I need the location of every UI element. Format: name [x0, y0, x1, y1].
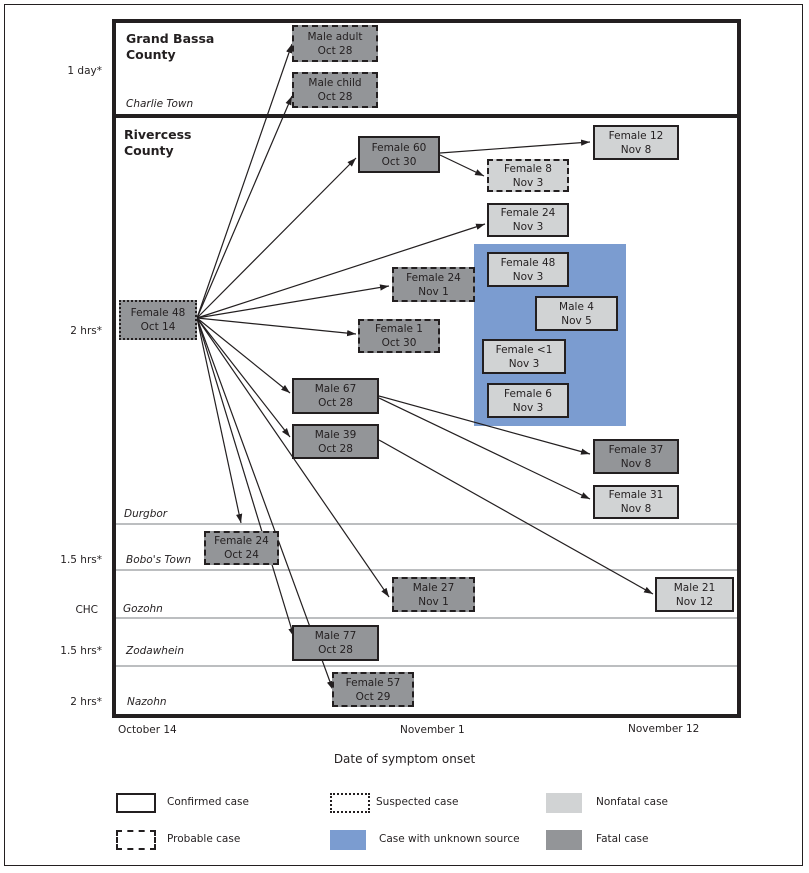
transmission-arrow — [196, 43, 293, 319]
case-label: Female 6 — [504, 387, 552, 400]
case-onset-date: Nov 3 — [512, 401, 544, 414]
legend-label-unknown-source: Case with unknown source — [379, 833, 520, 845]
case-label: Female 48 — [500, 256, 556, 269]
transmission-arrow — [196, 157, 357, 319]
case-node: Male child Oct 28 — [292, 72, 378, 108]
transmission-arrow — [196, 284, 390, 319]
case-label: Female 24 — [214, 535, 269, 547]
transmission-arrow — [196, 317, 291, 438]
case-label: Female 8 — [504, 162, 552, 175]
case-label: Female 1 — [375, 323, 423, 335]
legend-swatch-suspected — [330, 793, 370, 813]
case-onset-date: Oct 30 — [381, 155, 417, 168]
case-label: Female 48 — [130, 307, 186, 319]
case-node: Female 48 Oct 14 — [119, 300, 197, 340]
case-onset-date: Oct 28 — [317, 91, 353, 103]
case-node: Female 31 Nov 8 — [593, 485, 679, 519]
legend-swatch-fatal — [546, 830, 582, 850]
legend-label-confirmed: Confirmed case — [167, 796, 249, 808]
case-onset-date: Oct 24 — [224, 549, 259, 561]
transmission-arrow — [439, 139, 591, 154]
case-node: Male adult Oct 28 — [292, 25, 378, 62]
case-label: Male 77 — [314, 630, 357, 642]
case-node: Female 6 Nov 3 — [487, 383, 569, 418]
transmission-arrow — [196, 95, 293, 319]
case-node: Female 24 Nov 1 — [392, 267, 475, 302]
case-node: Female 48 Nov 3 — [487, 252, 569, 287]
case-label: Male 27 — [412, 581, 455, 594]
case-label: Female <1 — [495, 343, 553, 356]
case-label: Female 12 — [608, 129, 664, 142]
case-label: Female 24 — [406, 271, 461, 284]
case-onset-date: Oct 28 — [318, 442, 353, 455]
case-label: Male 39 — [314, 428, 357, 441]
case-node: Female 60 Oct 30 — [358, 136, 440, 173]
transmission-links — [196, 43, 654, 691]
transmission-arrow — [196, 317, 357, 337]
case-node: Male 77 Oct 28 — [292, 625, 379, 661]
case-onset-date: Oct 30 — [381, 337, 417, 349]
legend-swatch-probable — [116, 830, 156, 850]
case-node: Female 1 Oct 30 — [358, 319, 440, 353]
case-onset-date: Nov 5 — [561, 314, 592, 327]
case-node: Female 37 Nov 8 — [593, 439, 679, 474]
case-onset-date: Oct 28 — [318, 644, 353, 656]
case-onset-date: Nov 3 — [512, 221, 544, 233]
case-onset-date: Nov 12 — [675, 595, 714, 608]
legend-swatch-nonfatal — [546, 793, 582, 813]
case-node: Female 57 Oct 29 — [332, 672, 414, 707]
legend-label-fatal: Fatal case — [596, 833, 649, 845]
case-onset-date: Nov 8 — [620, 143, 652, 156]
case-onset-date: Nov 3 — [508, 357, 540, 370]
case-onset-date: Oct 29 — [355, 690, 391, 703]
case-label: Female 57 — [345, 676, 401, 689]
x-tick-label: October 14 — [118, 724, 177, 736]
case-node: Male 4 Nov 5 — [535, 296, 618, 331]
case-node: Male 27 Nov 1 — [392, 577, 475, 612]
case-onset-date: Nov 8 — [620, 503, 652, 515]
transmission-arrow — [196, 317, 295, 638]
case-label: Male adult — [307, 30, 363, 43]
transmission-arrow — [439, 154, 485, 177]
x-axis-title: Date of symptom onset — [333, 752, 476, 766]
case-node: Female <1 Nov 3 — [482, 339, 566, 374]
legend-label-nonfatal: Nonfatal case — [596, 796, 669, 808]
case-node: Male 67 Oct 28 — [292, 378, 379, 414]
x-tick-label: November 12 — [628, 723, 700, 735]
case-label: Male 67 — [314, 383, 357, 395]
case-node: Female 24 Oct 24 — [204, 531, 279, 565]
case-node: Female 8 Nov 3 — [487, 159, 569, 192]
case-label: Female 24 — [500, 207, 556, 219]
legend-label-probable: Probable case — [167, 833, 241, 845]
x-tick-label: November 1 — [400, 724, 465, 736]
case-label: Male 4 — [559, 300, 594, 313]
legend-swatch-unknown-source — [330, 830, 366, 850]
case-onset-date: Nov 8 — [620, 457, 652, 470]
case-onset-date: Oct 28 — [318, 397, 353, 409]
case-label: Female 37 — [608, 443, 664, 456]
case-node: Female 24 Nov 3 — [487, 203, 569, 237]
case-node: Female 12 Nov 8 — [593, 125, 679, 160]
case-label: Female 31 — [608, 489, 664, 501]
case-onset-date: Nov 3 — [512, 176, 544, 189]
legend-label-suspected: Suspected case — [376, 796, 459, 808]
case-label: Female 60 — [371, 141, 427, 154]
case-onset-date: Oct 28 — [317, 44, 353, 57]
case-onset-date: Nov 3 — [512, 270, 544, 283]
case-onset-date: Oct 14 — [140, 321, 176, 333]
case-onset-date: Nov 1 — [418, 595, 449, 608]
case-label: Male child — [308, 77, 362, 89]
legend-swatch-confirmed — [116, 793, 156, 813]
case-onset-date: Nov 1 — [418, 285, 449, 298]
case-node: Male 21 Nov 12 — [655, 577, 734, 612]
case-label: Male 21 — [673, 581, 716, 594]
case-node: Male 39 Oct 28 — [292, 424, 379, 459]
